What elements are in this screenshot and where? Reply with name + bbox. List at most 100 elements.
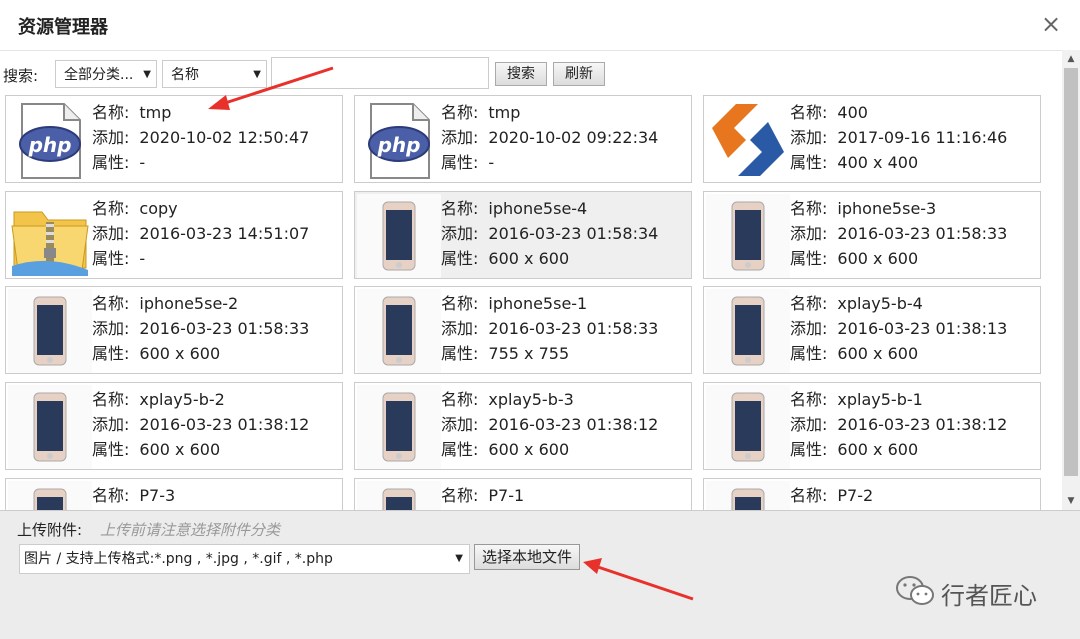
- file-name-label: 名称:: [790, 486, 828, 505]
- file-added-date-row: 添加: 2020-10-02 09:22:34: [441, 125, 658, 150]
- upload-type-select[interactable]: 图片 / 支持上传格式:*.png , *.jpg , *.gif , *.ph…: [19, 544, 470, 574]
- file-name-row: 名称: iphone5se-2: [92, 291, 309, 316]
- file-attributes-label: 属性:: [790, 249, 828, 268]
- file-card[interactable]: 名称: xplay5-b-2 添加: 2016-03-23 01:38:12 属性: 60…: [5, 382, 343, 470]
- file-card[interactable]: 名称: iphone5se-3 添加: 2016-03-23 01:58:33 属性: 6…: [703, 191, 1041, 279]
- wechat-icon: [896, 576, 934, 605]
- field-select[interactable]: 名称 ▼: [162, 60, 267, 88]
- file-added-date: 2017-09-16 11:16:46: [837, 128, 1008, 147]
- file-added-date-row: 添加: 2020-10-02 12:50:47: [92, 125, 309, 150]
- file-thumbnail: [8, 385, 92, 469]
- file-thumbnail: [357, 385, 441, 469]
- file-attributes-label: 属性:: [441, 440, 479, 459]
- file-name-row: 名称: iphone5se-3: [790, 196, 1007, 221]
- file-thumbnail: [706, 194, 790, 278]
- close-icon[interactable]: ×: [1038, 10, 1064, 38]
- file-attributes-row: 属性: 600 x 600: [441, 437, 658, 462]
- file-attributes-row: 属性: 600 x 600: [92, 437, 309, 462]
- file-name-label: 名称:: [441, 199, 479, 218]
- file-attributes: 600 x 600: [837, 344, 919, 363]
- file-meta: 名称: copy 添加: 2016-03-23 14:51:07 属性: -: [92, 196, 309, 271]
- file-meta: 名称: iphone5se-3 添加: 2016-03-23 01:58:33 属性: 6…: [790, 196, 1007, 271]
- scroll-down-icon[interactable]: ▼: [1062, 492, 1080, 510]
- category-select[interactable]: 全部分类... ▼: [55, 60, 157, 88]
- file-card[interactable]: 名称: xplay5-b-4 添加: 2016-03-23 01:38:13 属性: 60…: [703, 286, 1041, 374]
- file-name-label: 名称:: [92, 103, 130, 122]
- upload-type-value: 图片 / 支持上传格式:*.png , *.jpg , *.gif , *.ph…: [24, 551, 333, 567]
- watermark-text: 行者匠心: [941, 582, 1037, 610]
- file-card[interactable]: php 名称: tmp 添加: 2020-10-02 12:50:47 属性: -: [5, 95, 343, 183]
- file-name: xplay5-b-1: [837, 390, 923, 409]
- file-name-label: 名称:: [441, 486, 479, 505]
- file-card[interactable]: 名称: copy 添加: 2016-03-23 14:51:07 属性: -: [5, 191, 343, 279]
- file-name: xplay5-b-2: [139, 390, 225, 409]
- file-card[interactable]: 名称: iphone5se-2 添加: 2016-03-23 01:58:33 属性: 6…: [5, 286, 343, 374]
- file-added-date-row: 添加: 2016-03-23 14:51:07: [92, 221, 309, 246]
- file-attributes-label: 属性:: [790, 440, 828, 459]
- file-added-date-label: 添加:: [441, 415, 479, 434]
- file-card[interactable]: 名称:P7-3添加:属性:: [5, 478, 343, 510]
- php-file-icon: php: [357, 98, 441, 182]
- file-attributes-row: 属性: 600 x 600: [790, 246, 1007, 271]
- file-attributes: -: [139, 249, 146, 268]
- file-name-label: 名称:: [441, 390, 479, 409]
- file-meta: 名称: iphone5se-2 添加: 2016-03-23 01:58:33 属性: 6…: [92, 291, 309, 366]
- search-button[interactable]: 搜索: [495, 62, 547, 86]
- file-added-date-label: 添加:: [92, 319, 130, 338]
- file-attributes-row: 属性: 600 x 600: [92, 341, 309, 366]
- file-added-date-row: 添加: 2016-03-23 01:58:34: [441, 221, 658, 246]
- chevron-down-icon: ▼: [143, 69, 151, 80]
- file-card[interactable]: 名称: iphone5se-4 添加: 2016-03-23 01:58:34 属性: 6…: [354, 191, 692, 279]
- file-attributes: 755 x 755: [488, 344, 570, 363]
- file-name: copy: [139, 199, 178, 218]
- file-name: tmp: [488, 103, 521, 122]
- file-added-date-label: 添加:: [441, 319, 479, 338]
- file-name-row: 名称: iphone5se-1: [441, 291, 658, 316]
- file-thumbnail: [8, 289, 92, 373]
- file-card[interactable]: 名称: 400 添加: 2017-09-16 11:16:46 属性: 400 x 400: [703, 95, 1041, 183]
- file-attributes: 400 x 400: [837, 153, 919, 172]
- file-card[interactable]: 名称: xplay5-b-1 添加: 2016-03-23 01:38:12 属性: 60…: [703, 382, 1041, 470]
- file-added-date: 2016-03-23 01:38:12: [837, 415, 1008, 434]
- upload-label: 上传附件:: [17, 521, 83, 539]
- file-name: xplay5-b-3: [488, 390, 574, 409]
- file-thumbnail: [706, 98, 790, 182]
- dialog-title: 资源管理器: [18, 17, 108, 38]
- file-attributes-row: 属性: 755 x 755: [441, 341, 658, 366]
- file-attributes: -: [488, 153, 495, 172]
- file-card[interactable]: 名称: xplay5-b-3 添加: 2016-03-23 01:38:12 属性: 60…: [354, 382, 692, 470]
- file-added-date-row: 添加: 2016-03-23 01:38:12: [790, 412, 1007, 437]
- file-name-row: 名称: P7-1: [441, 483, 524, 508]
- scrollbar-thumb[interactable]: [1064, 68, 1078, 476]
- scroll-up-icon[interactable]: ▲: [1062, 50, 1080, 68]
- chevron-down-icon: ▼: [455, 553, 463, 564]
- refresh-button[interactable]: 刷新: [553, 62, 605, 86]
- choose-local-file-button[interactable]: 选择本地文件: [474, 544, 580, 570]
- file-name-row: 名称: P7-3: [92, 483, 175, 508]
- file-card[interactable]: 名称:P7-1添加:属性:: [354, 478, 692, 510]
- file-name: iphone5se-2: [139, 294, 239, 313]
- file-meta: 名称: iphone5se-4 添加: 2016-03-23 01:58:34 属性: 6…: [441, 196, 658, 271]
- file-attributes-row: 属性: 600 x 600: [790, 341, 1007, 366]
- file-meta: 名称: iphone5se-1 添加: 2016-03-23 01:58:33 属性: 7…: [441, 291, 658, 366]
- field-select-value: 名称: [171, 67, 199, 83]
- file-attributes-label: 属性:: [790, 344, 828, 363]
- file-card[interactable]: 名称: iphone5se-1 添加: 2016-03-23 01:58:33 属性: 7…: [354, 286, 692, 374]
- file-name-label: 名称:: [92, 294, 130, 313]
- grid-scrollbar[interactable]: ▲ ▼: [1062, 50, 1080, 510]
- file-thumbnail: [706, 481, 790, 510]
- category-select-value: 全部分类...: [64, 67, 134, 83]
- search-input[interactable]: [271, 57, 489, 89]
- file-attributes-row: 属性: 400 x 400: [790, 150, 1007, 175]
- file-card[interactable]: 名称:P7-2添加:属性:: [703, 478, 1041, 510]
- file-added-date-row: 添加: 2016-03-23 01:38:12: [441, 412, 658, 437]
- file-name: iphone5se-4: [488, 199, 588, 218]
- file-name: 400: [837, 103, 868, 122]
- file-attributes: 600 x 600: [837, 249, 919, 268]
- upload-hint: 上传前请注意选择附件分类: [100, 521, 281, 539]
- file-card[interactable]: php 名称: tmp 添加: 2020-10-02 09:22:34 属性: -: [354, 95, 692, 183]
- file-meta: 名称: xplay5-b-2 添加: 2016-03-23 01:38:12 属性: 60…: [92, 387, 309, 462]
- file-added-date-label: 添加:: [790, 128, 828, 147]
- file-name-label: 名称:: [790, 390, 828, 409]
- file-attributes: 600 x 600: [488, 440, 570, 459]
